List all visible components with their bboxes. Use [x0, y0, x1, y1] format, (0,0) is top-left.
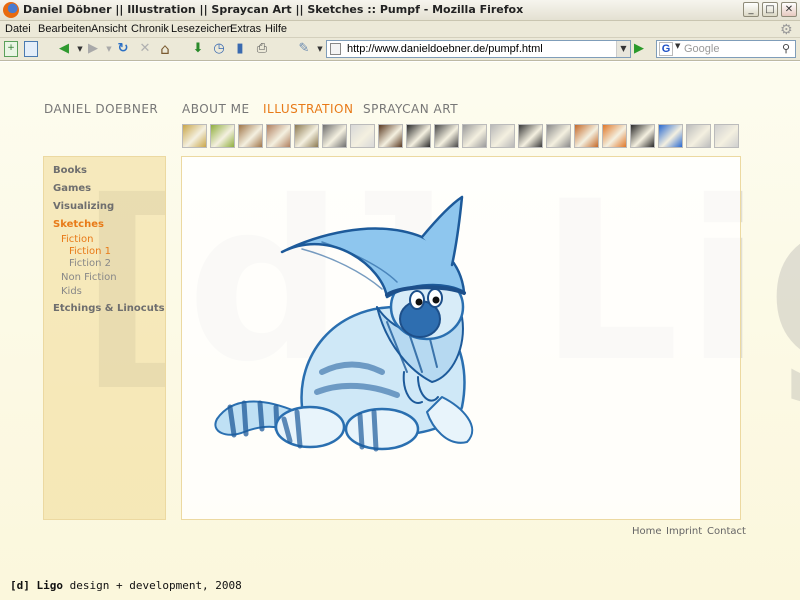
tools-icon[interactable]: ✎: [296, 41, 312, 57]
illustration-thumbnail[interactable]: [434, 124, 459, 148]
stop-icon[interactable]: ✕: [137, 41, 153, 57]
sidebar-item-visualizing[interactable]: Visualizing: [53, 201, 114, 212]
illustration-thumbnail[interactable]: [378, 124, 403, 148]
menu-ansicht[interactable]: Ansicht: [91, 23, 127, 35]
search-icon[interactable]: ⚲: [779, 42, 793, 56]
url-bar[interactable]: http://www.danieldoebner.de/pumpf.html ▼: [326, 40, 631, 58]
page-icon: [330, 43, 341, 55]
illustration-thumbnail[interactable]: [602, 124, 627, 148]
illustration-thumbnail[interactable]: [210, 124, 235, 148]
navigation-toolbar: + ◀ ▼ ▶ ▼ ↻ ✕ ⌂ ⬇ ◷ ▮ ⎙ ✎ ▼ http://www.d…: [0, 38, 800, 61]
illustration-thumbnail[interactable]: [406, 124, 431, 148]
illustration-thumbnail[interactable]: [490, 124, 515, 148]
maximize-button[interactable]: □: [762, 2, 778, 17]
illustration-thumbnail[interactable]: [658, 124, 683, 148]
sidebar: Books Games Visualizing Sketches Fiction…: [43, 156, 166, 520]
sidebar-item-etchings-linocuts[interactable]: Etchings & Linocuts: [53, 303, 165, 314]
history-icon[interactable]: ◷: [211, 41, 227, 57]
pumpf-sketch-image: [214, 195, 474, 452]
illustration-thumbnail[interactable]: [546, 124, 571, 148]
site-brand[interactable]: DANIEL DOEBNER: [44, 102, 158, 116]
home-icon[interactable]: ⌂: [157, 41, 173, 57]
title-bar: Daniel Döbner || Illustration || Sprayca…: [0, 0, 800, 21]
illustration-thumbnail[interactable]: [686, 124, 711, 148]
firefox-icon: [3, 2, 19, 18]
illustration-thumbnail[interactable]: [462, 124, 487, 148]
menu-lesezeichen[interactable]: Lesezeichen: [171, 23, 233, 35]
illustration-thumbnail[interactable]: [322, 124, 347, 148]
throbber-icon: ⚙: [780, 22, 793, 38]
footer-link-imprint[interactable]: Imprint: [666, 526, 702, 537]
sidebar-item-sketches[interactable]: Sketches: [53, 219, 104, 230]
credit-text: design + development, 2008: [69, 579, 242, 592]
illustration-thumbnail[interactable]: [182, 124, 207, 148]
thumbnail-strip: [182, 124, 739, 148]
illustration-thumbnail[interactable]: [574, 124, 599, 148]
sidebar-item-non-fiction[interactable]: Non Fiction: [61, 272, 117, 283]
go-icon[interactable]: ▶: [634, 41, 650, 57]
sidebar-item-fiction-1[interactable]: Fiction 1: [69, 246, 111, 257]
engine-dropdown-icon[interactable]: ▼: [675, 42, 680, 50]
menu-chronik[interactable]: Chronik: [131, 23, 169, 35]
sidebar-item-books[interactable]: Books: [53, 165, 87, 176]
footer-link-home[interactable]: Home: [632, 526, 662, 537]
bookmarks-icon[interactable]: ▮: [232, 41, 248, 57]
illustration-thumbnail[interactable]: [294, 124, 319, 148]
search-input[interactable]: Google: [684, 43, 719, 55]
menu-bar: Datei Bearbeiten Ansicht Chronik Lesezei…: [0, 21, 800, 38]
menu-hilfe[interactable]: Hilfe: [265, 23, 287, 35]
illustration-thumbnail[interactable]: [630, 124, 655, 148]
forward-icon[interactable]: ▶: [85, 41, 101, 57]
illustration-thumbnail[interactable]: [518, 124, 543, 148]
sidebar-item-fiction[interactable]: Fiction: [61, 234, 93, 245]
reload-icon[interactable]: ↻: [115, 41, 131, 57]
nav-spraycan-art[interactable]: SPRAYCAN ART: [363, 102, 458, 116]
menu-extras[interactable]: Extras: [230, 23, 261, 35]
back-icon[interactable]: ◀: [56, 41, 72, 57]
download-icon[interactable]: ⬇: [190, 41, 206, 57]
illustration-thumbnail[interactable]: [350, 124, 375, 148]
nav-illustration[interactable]: ILLUSTRATION: [263, 102, 353, 116]
illustration-thumbnail[interactable]: [266, 124, 291, 148]
sidebar-item-games[interactable]: Games: [53, 183, 91, 194]
menu-datei[interactable]: Datei: [5, 23, 31, 35]
sidebar-item-fiction-2[interactable]: Fiction 2: [69, 258, 111, 269]
print-icon[interactable]: ⎙: [254, 41, 270, 57]
menu-bearbeiten[interactable]: Bearbeiten: [38, 23, 91, 35]
url-text[interactable]: http://www.danieldoebner.de/pumpf.html: [347, 43, 543, 55]
illustration-thumbnail[interactable]: [714, 124, 739, 148]
credit-line: [d] Ligo design + development, 2008: [10, 579, 242, 592]
search-box[interactable]: G ▼ Google ⚲: [656, 40, 796, 58]
sidebar-item-kids[interactable]: Kids: [61, 286, 82, 297]
nav-about-me[interactable]: ABOUT ME: [182, 102, 250, 116]
footer-link-contact[interactable]: Contact: [707, 526, 746, 537]
credit-logo: [d] Ligo: [10, 579, 63, 592]
close-button[interactable]: ✕: [781, 2, 797, 17]
illustration-thumbnail[interactable]: [238, 124, 263, 148]
minimize-button[interactable]: _: [743, 2, 759, 17]
web-page: [d] Ligo DANIEL DOEBNER ABOUT ME ILLUSTR…: [0, 62, 800, 600]
new-tab-icon[interactable]: +: [4, 41, 18, 57]
window-title: Daniel Döbner || Illustration || Sprayca…: [23, 3, 524, 16]
content-panel: [181, 156, 741, 520]
google-engine-icon[interactable]: G: [659, 42, 673, 56]
url-dropdown-icon[interactable]: ▼: [616, 41, 630, 57]
new-window-icon[interactable]: [24, 41, 38, 57]
